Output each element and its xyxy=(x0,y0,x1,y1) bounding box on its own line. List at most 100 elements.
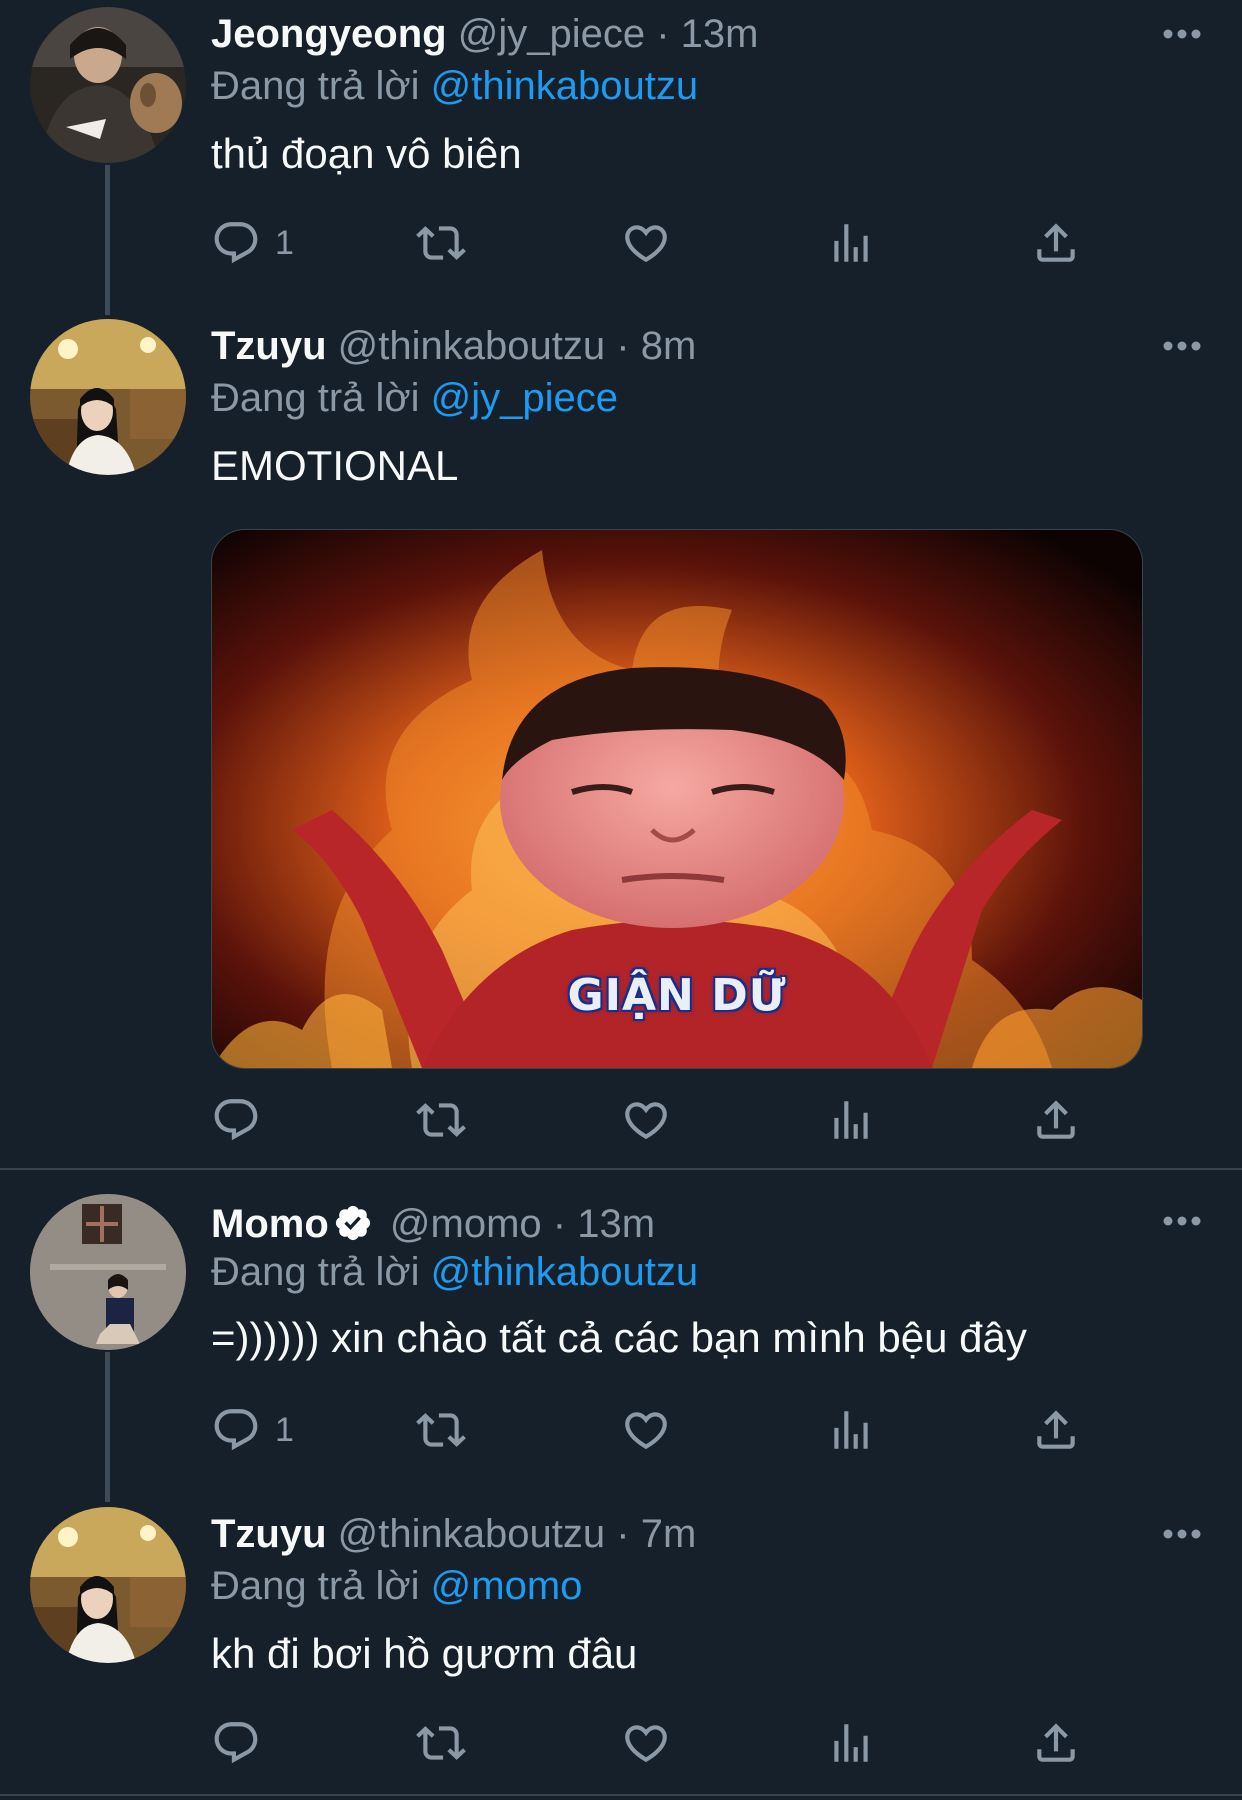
like-icon xyxy=(621,1095,671,1145)
reply-button[interactable] xyxy=(211,1715,275,1771)
views-icon xyxy=(826,218,876,268)
more-options-icon[interactable] xyxy=(1162,1215,1202,1227)
verified-badge-icon xyxy=(335,1205,370,1241)
tweet-text: EMOTIONAL xyxy=(211,442,459,489)
reply-icon xyxy=(211,1095,261,1145)
separator-dot: · xyxy=(616,1512,630,1556)
media-caption: GIẬN DỮ xyxy=(567,970,787,1021)
user-handle[interactable]: @jy_piece xyxy=(458,12,645,56)
thread-line xyxy=(105,1352,110,1502)
avatar[interactable] xyxy=(30,1194,186,1350)
reply-button[interactable]: 1 xyxy=(211,1402,294,1458)
share-button[interactable] xyxy=(1031,1092,1081,1148)
tweet-header: Jeongyeong @jy_piece · 13m xyxy=(211,10,1182,58)
reply-icon xyxy=(211,1405,261,1455)
tweet-text: =)))))) xin chào tất cả các bạn mình bệu… xyxy=(211,1314,1027,1361)
replying-to: Đang trả lời @thinkaboutzu xyxy=(211,1248,698,1296)
tweet-header: Momo @momo · 13m xyxy=(211,1200,1182,1248)
thread-separator xyxy=(0,1168,1242,1170)
like-icon xyxy=(621,1405,671,1455)
share-button[interactable] xyxy=(1031,1715,1081,1771)
like-button[interactable] xyxy=(621,215,671,271)
replying-to: Đang trả lời @thinkaboutzu xyxy=(211,62,698,110)
retweet-icon xyxy=(416,1095,466,1145)
timestamp[interactable]: 8m xyxy=(641,324,697,368)
like-button[interactable] xyxy=(621,1092,671,1148)
more-options-icon[interactable] xyxy=(1162,340,1202,352)
tweet-actions: 1 xyxy=(211,215,1091,271)
display-name[interactable]: Tzuyu xyxy=(211,1512,327,1556)
retweet-button[interactable] xyxy=(416,1402,466,1458)
like-icon xyxy=(621,218,671,268)
tweet-actions xyxy=(211,1092,1091,1148)
replying-to-label: Đang trả lời xyxy=(211,1250,420,1294)
retweet-button[interactable] xyxy=(416,1715,466,1771)
replying-to: Đang trả lời @jy_piece xyxy=(211,374,618,422)
share-button[interactable] xyxy=(1031,1402,1081,1458)
tweet[interactable]: Tzuyu @thinkaboutzu · 7m Đang trả lời @m… xyxy=(0,1500,1242,1790)
avatar[interactable] xyxy=(30,7,186,163)
like-button[interactable] xyxy=(621,1715,671,1771)
mention-link[interactable]: @thinkaboutzu xyxy=(431,1250,698,1294)
thread-line xyxy=(105,165,110,315)
user-handle[interactable]: @thinkaboutzu xyxy=(338,1512,605,1556)
avatar[interactable] xyxy=(30,1507,186,1663)
reply-icon xyxy=(211,218,261,268)
share-icon xyxy=(1031,1095,1081,1145)
share-icon xyxy=(1031,1718,1081,1768)
retweet-icon xyxy=(416,1718,466,1768)
tweet-actions xyxy=(211,1715,1091,1771)
tweet-text: kh đi bơi hồ gươm đâu xyxy=(211,1630,638,1677)
reply-button[interactable] xyxy=(211,1092,275,1148)
display-name[interactable]: Momo xyxy=(211,1202,329,1246)
replying-to-label: Đang trả lời xyxy=(211,64,420,108)
tweet[interactable]: Momo @momo · 13m Đang trả lời @thinkabou… xyxy=(0,1192,1242,1502)
share-icon xyxy=(1031,218,1081,268)
tweet-header: Tzuyu @thinkaboutzu · 7m xyxy=(211,1510,1182,1558)
share-icon xyxy=(1031,1405,1081,1455)
timestamp[interactable]: 13m xyxy=(681,12,759,56)
views-icon xyxy=(826,1095,876,1145)
mention-link[interactable]: @jy_piece xyxy=(431,376,618,420)
replying-to: Đang trả lời @momo xyxy=(211,1562,582,1610)
reply-count: 1 xyxy=(275,1410,294,1449)
display-name[interactable]: Tzuyu xyxy=(211,324,327,368)
retweet-button[interactable] xyxy=(416,215,466,271)
views-button[interactable] xyxy=(826,1092,876,1148)
more-options-icon[interactable] xyxy=(1162,1528,1202,1540)
replying-to-label: Đang trả lời xyxy=(211,1564,420,1608)
separator-dot: · xyxy=(616,324,630,368)
tweet-feed: Jeongyeong @jy_piece · 13m Đang trả lời … xyxy=(0,0,1242,1800)
retweet-button[interactable] xyxy=(416,1092,466,1148)
avatar[interactable] xyxy=(30,319,186,475)
tweet-separator xyxy=(0,1794,1242,1796)
like-button[interactable] xyxy=(621,1402,671,1458)
timestamp[interactable]: 13m xyxy=(577,1202,655,1246)
reply-icon xyxy=(211,1718,261,1768)
views-button[interactable] xyxy=(826,1402,876,1458)
tweet[interactable]: Tzuyu @thinkaboutzu · 8m Đang trả lời @j… xyxy=(0,312,1242,1165)
more-options-icon[interactable] xyxy=(1162,28,1202,40)
tweet-actions: 1 xyxy=(211,1402,1091,1458)
reply-count: 1 xyxy=(275,223,294,262)
user-handle[interactable]: @momo xyxy=(390,1202,542,1246)
separator-dot: · xyxy=(656,12,670,56)
share-button[interactable] xyxy=(1031,215,1081,271)
mention-link[interactable]: @thinkaboutzu xyxy=(431,64,698,108)
tweet[interactable]: Jeongyeong @jy_piece · 13m Đang trả lời … xyxy=(0,0,1242,315)
mention-link[interactable]: @momo xyxy=(431,1564,583,1608)
views-icon xyxy=(826,1718,876,1768)
views-button[interactable] xyxy=(826,1715,876,1771)
user-handle[interactable]: @thinkaboutzu xyxy=(338,324,605,368)
retweet-icon xyxy=(416,218,466,268)
timestamp[interactable]: 7m xyxy=(641,1512,697,1556)
tweet-header: Tzuyu @thinkaboutzu · 8m xyxy=(211,322,1182,370)
display-name[interactable]: Jeongyeong xyxy=(211,12,447,56)
retweet-icon xyxy=(416,1405,466,1455)
separator-dot: · xyxy=(552,1202,567,1246)
views-button[interactable] xyxy=(826,215,876,271)
like-icon xyxy=(621,1718,671,1768)
reply-button[interactable]: 1 xyxy=(211,215,294,271)
tweet-media-image[interactable]: GIẬN DỮ xyxy=(211,529,1143,1069)
replying-to-label: Đang trả lời xyxy=(211,376,420,420)
